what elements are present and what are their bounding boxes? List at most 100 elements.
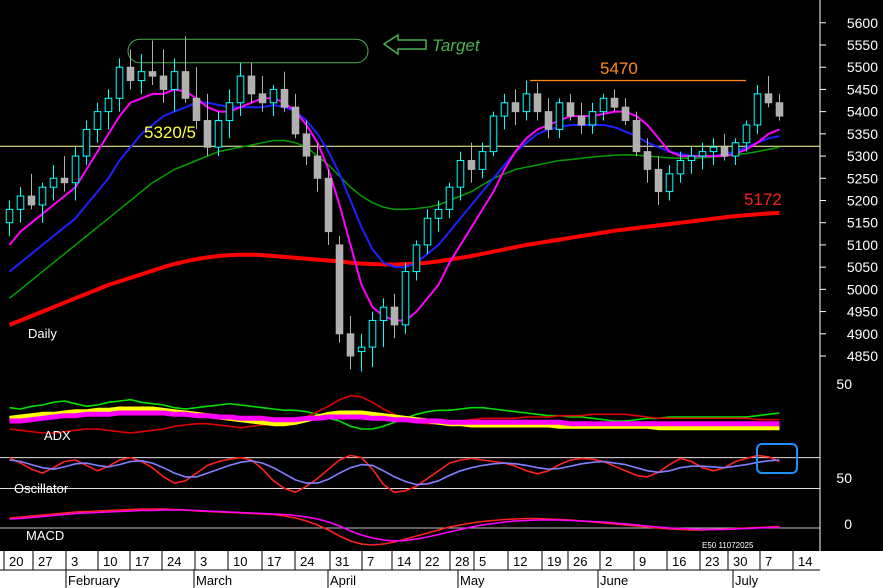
price-tick-label: 5500	[847, 59, 878, 75]
adx-tick-label: 50	[836, 376, 852, 392]
instrument-label: E50 11072025	[702, 541, 754, 550]
day-tick-label: 22	[425, 554, 439, 569]
candle-body	[533, 93, 542, 113]
candle-body	[302, 133, 311, 157]
day-tick-label: 17	[267, 554, 281, 569]
day-tick-label: 10	[233, 554, 247, 569]
day-tick-label: 12	[513, 554, 527, 569]
candle-body	[423, 217, 432, 246]
price-tick-label: 5200	[847, 192, 878, 208]
candle-body	[544, 111, 553, 130]
candle-body	[500, 102, 509, 117]
price-tick-label: 4950	[847, 304, 878, 320]
day-tick-label: 3	[71, 554, 78, 569]
candle-body	[577, 115, 586, 126]
oscillator-series-1	[9, 459, 780, 486]
day-tick-label: 2	[605, 554, 612, 569]
candle-body	[126, 66, 135, 82]
price-tick-label: 5600	[847, 15, 878, 31]
candle-body	[225, 102, 234, 122]
candle-body	[324, 177, 333, 233]
candle-body	[709, 146, 718, 153]
ma-mid-line	[8, 101, 780, 273]
candle-body	[632, 120, 641, 153]
oscillator-tick-label: 50	[836, 470, 852, 486]
candle-body	[643, 151, 652, 170]
day-tick-label: 28	[455, 554, 469, 569]
candle-body	[753, 93, 762, 126]
right-price-axis: 4850490049505000505051005150520052505300…	[819, 0, 883, 551]
day-tick-label: 24	[300, 554, 314, 569]
day-tick-label: 14	[798, 554, 812, 569]
candle-body	[742, 124, 751, 144]
candle-body	[181, 71, 190, 99]
price-tick-label: 4850	[847, 348, 878, 364]
month-label: February	[68, 573, 121, 588]
candle-body	[731, 142, 740, 157]
price-tick-label: 5100	[847, 237, 878, 253]
candle-body	[621, 106, 630, 122]
macd-panel	[0, 508, 820, 546]
candle-body	[214, 120, 223, 148]
candle-body	[280, 88, 289, 108]
candle-body	[379, 306, 388, 321]
adx-label: ADX	[44, 428, 71, 443]
candle-body	[511, 102, 520, 113]
price-tick-label: 5250	[847, 170, 878, 186]
macd-tick-label: 0	[844, 516, 852, 532]
candle-body	[412, 244, 421, 273]
daily-label: Daily	[28, 326, 57, 341]
day-tick-label: 31	[335, 554, 349, 569]
price-tick-label: 5000	[847, 281, 878, 297]
candle-body	[588, 111, 597, 126]
candle-body	[401, 271, 410, 326]
ma200-value-label: 5172	[744, 190, 782, 209]
month-label: May	[460, 573, 485, 588]
day-tick-label: 24	[167, 554, 181, 569]
price-tick-label: 5350	[847, 126, 878, 142]
price-tick-label: 5450	[847, 81, 878, 97]
target-arrow-icon	[382, 33, 427, 56]
date-axis: 20 27 3 10 17 24 3 10 17 24 31 7 14 22 28 5 12 19 26 2 9 16 23…	[0, 551, 883, 588]
candle-body	[720, 146, 729, 157]
month-label: April	[330, 573, 356, 588]
oscillator-label: Oscillator	[14, 481, 69, 496]
candle-body	[5, 208, 14, 224]
candle-body	[390, 306, 399, 326]
adx-panel	[9, 394, 780, 434]
candle-body	[676, 160, 685, 175]
day-tick-label: 7	[367, 554, 374, 569]
price-tick-label: 5300	[847, 148, 878, 164]
candle-body	[82, 128, 91, 157]
candle-body	[104, 97, 113, 113]
month-label: July	[735, 573, 759, 588]
candle-body	[489, 115, 498, 153]
candle-body	[346, 333, 355, 357]
candle-body	[115, 66, 124, 99]
candle-body	[654, 168, 663, 193]
oscillator-panel	[0, 443, 820, 494]
candle-body	[71, 155, 80, 184]
candle-body	[49, 177, 58, 188]
candle-body	[434, 208, 443, 219]
candle-body	[236, 75, 245, 104]
candle-body	[698, 151, 707, 157]
macd-label: MACD	[26, 528, 64, 543]
chart-root: 4850490049505000505051005150520052505300…	[0, 0, 883, 588]
candle-body	[665, 173, 674, 193]
candle-body	[555, 102, 564, 130]
support-label: 5320/5	[144, 123, 196, 142]
day-tick-label: 14	[397, 554, 411, 569]
day-tick-label: 26	[573, 554, 587, 569]
candle-body	[16, 195, 25, 210]
candle-body	[687, 155, 696, 162]
candle-body	[357, 346, 366, 353]
candle-body	[467, 160, 476, 170]
day-tick-label: 16	[672, 554, 686, 569]
candle-body	[38, 186, 47, 206]
candle-body	[60, 177, 69, 184]
resistance-label: 5470	[600, 59, 638, 78]
day-tick-label: 10	[103, 554, 117, 569]
price-tick-label: 5150	[847, 215, 878, 231]
candle-body	[291, 106, 300, 135]
